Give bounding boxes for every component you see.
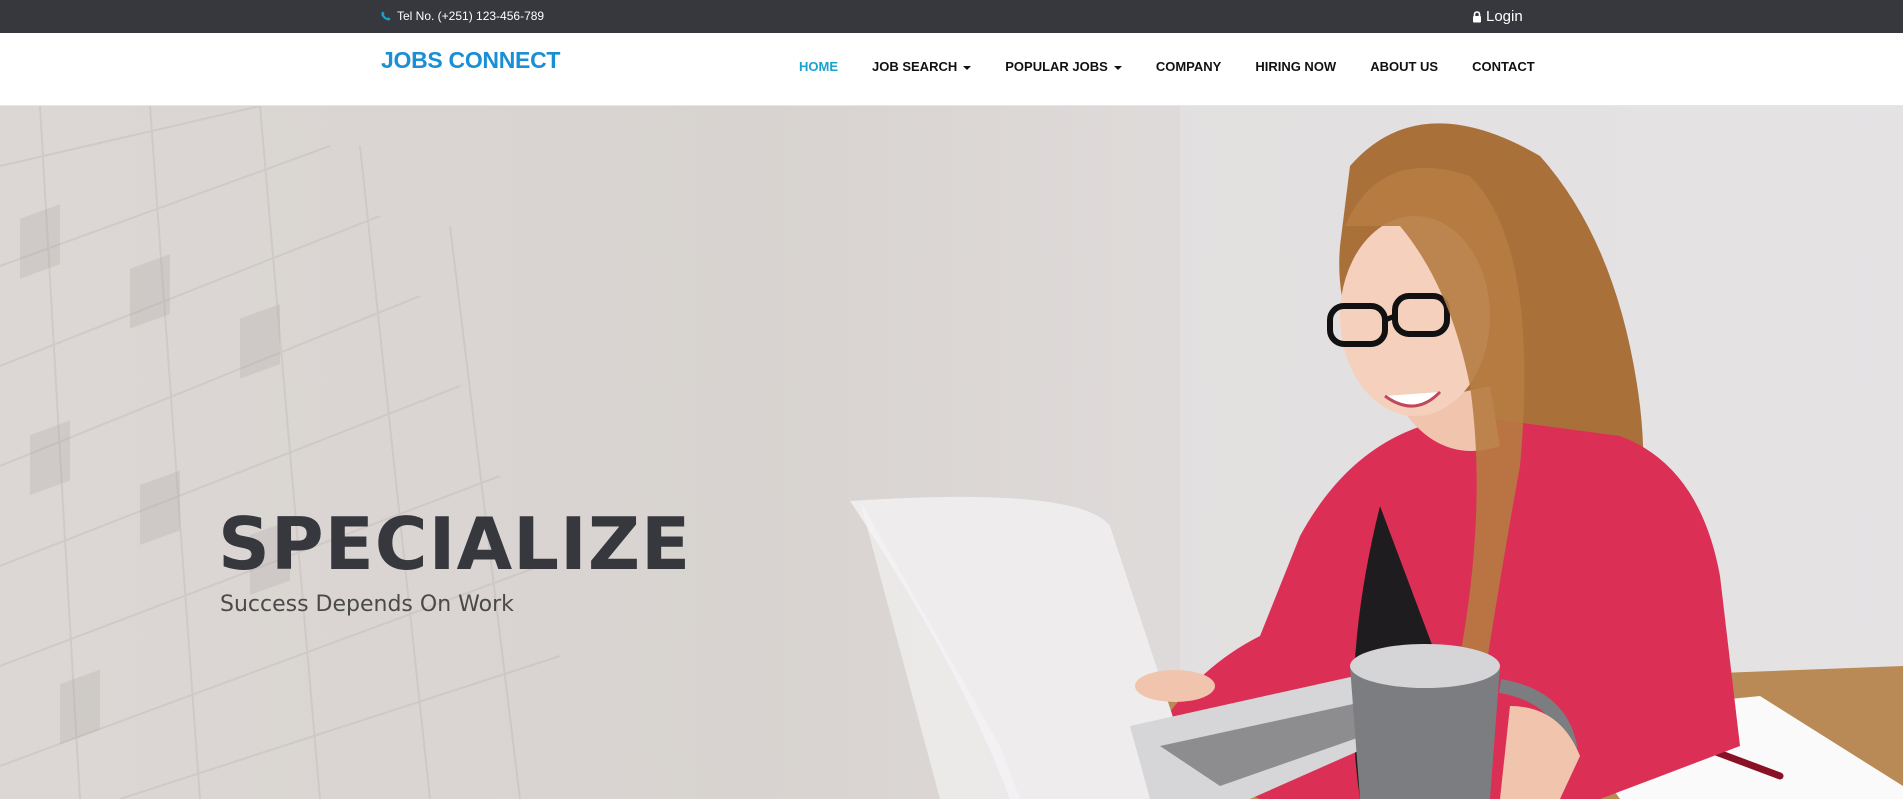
brand-logo[interactable]: JOBS CONNECT xyxy=(381,47,560,74)
main-navbar: JOBS CONNECT HOME JOB SEARCH POPULAR JOB… xyxy=(0,33,1903,106)
nav-contact-label: CONTACT xyxy=(1472,59,1535,74)
nav-about-us-label: ABOUT US xyxy=(1370,59,1439,74)
nav-contact[interactable]: CONTACT xyxy=(1472,59,1535,74)
nav-home-label: HOME xyxy=(799,59,838,74)
hero-banner: SPECIALIZE Success Depends On Work xyxy=(0,106,1903,799)
woman-at-laptop-photo xyxy=(850,106,1903,799)
contact-phone: Tel No. (+251) 123-456-789 xyxy=(381,9,544,23)
caret-down-icon xyxy=(963,65,972,70)
login-label: Login xyxy=(1486,8,1523,25)
main-nav: HOME JOB SEARCH POPULAR JOBS COMPANY HIR… xyxy=(799,59,1569,74)
lock-icon xyxy=(1473,10,1481,22)
caret-down-icon xyxy=(1113,65,1122,70)
nav-hiring-now-label: HIRING NOW xyxy=(1255,59,1337,74)
login-link[interactable]: Login xyxy=(1472,8,1523,25)
phone-icon xyxy=(381,11,391,21)
nav-hiring-now[interactable]: HIRING NOW xyxy=(1255,59,1336,74)
nav-company[interactable]: COMPANY xyxy=(1156,59,1221,74)
nav-about-us[interactable]: ABOUT US xyxy=(1370,59,1438,74)
nav-job-search-label: JOB SEARCH xyxy=(872,59,958,74)
nav-popular-jobs-label: POPULAR JOBS xyxy=(1005,59,1108,74)
nav-popular-jobs[interactable]: POPULAR JOBS xyxy=(1005,59,1122,74)
nav-job-search[interactable]: JOB SEARCH xyxy=(872,59,972,74)
top-bar: Tel No. (+251) 123-456-789 Login xyxy=(0,0,1903,33)
tel-text: Tel No. (+251) 123-456-789 xyxy=(397,9,545,23)
nav-company-label: COMPANY xyxy=(1155,59,1222,74)
hero-subtitle: Success Depends On Work xyxy=(220,592,514,617)
hero-title: SPECIALIZE xyxy=(218,502,692,586)
nav-home[interactable]: HOME xyxy=(799,59,838,74)
